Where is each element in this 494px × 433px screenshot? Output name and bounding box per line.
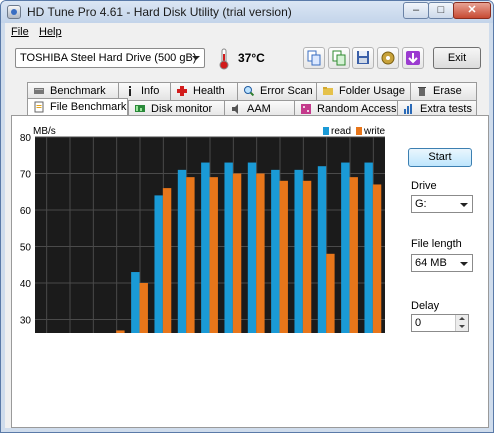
spin-up-icon[interactable] <box>455 315 468 323</box>
legend-swatch-write <box>356 127 362 135</box>
bar-write <box>186 177 195 333</box>
bar-write <box>209 177 218 333</box>
download-button[interactable] <box>402 47 424 69</box>
bar-write <box>256 173 265 333</box>
bar-write <box>349 177 358 333</box>
app-icon <box>7 5 21 19</box>
exit-button[interactable]: Exit <box>433 47 481 69</box>
bar-read <box>177 169 187 333</box>
minimize-button[interactable]: – <box>403 2 429 19</box>
legend-label-read: read <box>331 126 351 137</box>
bar-read <box>154 195 163 333</box>
bar-write <box>162 188 172 333</box>
drive-letter-value: G: <box>415 198 427 210</box>
file-length-value: 64 MB <box>415 257 447 269</box>
chart-layer: 010203040506070800.512481632641282565121… <box>20 126 386 333</box>
bar-read <box>317 166 327 333</box>
bar-write <box>116 330 125 333</box>
drive-label: Drive <box>411 180 437 192</box>
title-bar[interactable]: HD Tune Pro 4.61 - Hard Disk Utility (tr… <box>1 1 493 23</box>
start-button[interactable]: Start <box>408 148 472 167</box>
window-title: HD Tune Pro 4.61 - Hard Disk Utility (tr… <box>27 5 292 19</box>
bar-write <box>279 180 288 333</box>
bar-read <box>247 162 257 333</box>
y-tick-label: 80 <box>20 133 32 144</box>
client-area: File Help TOSHIBA Steel Hard Drive (500 … <box>5 23 489 428</box>
maximize-button[interactable]: □ <box>428 2 454 19</box>
bar-read <box>271 169 280 333</box>
benchmark-chart: 010203040506070800.512481632641282565121… <box>20 126 386 333</box>
spin-down-icon[interactable] <box>455 323 468 331</box>
download-arrow-icon <box>406 51 420 65</box>
bar-read <box>364 162 373 333</box>
file-length-select[interactable]: 64 MB <box>411 254 473 272</box>
tab-erase[interactable]: Erase <box>410 82 477 100</box>
y-tick-label: 70 <box>20 170 32 181</box>
bar-write <box>372 184 382 333</box>
chevron-down-icon <box>456 255 472 273</box>
y-axis-title: MB/s <box>33 126 56 137</box>
bar-read <box>224 162 233 333</box>
bar-write <box>139 283 148 333</box>
delay-value: 0 <box>415 317 422 329</box>
chevron-down-icon <box>456 196 472 214</box>
bar-write <box>302 180 312 333</box>
y-tick-label: 40 <box>20 279 32 290</box>
bar-read <box>341 162 350 333</box>
delay-spinner[interactable]: 0 <box>411 314 469 332</box>
y-tick-label: 60 <box>20 206 32 217</box>
legend-label-write: write <box>363 126 386 137</box>
y-tick-label: 50 <box>20 243 32 254</box>
bar-write <box>326 253 335 333</box>
app-window: HD Tune Pro 4.61 - Hard Disk Utility (tr… <box>0 0 494 433</box>
legend-swatch-read <box>323 127 329 135</box>
y-tick-label: 30 <box>20 316 32 327</box>
close-button[interactable]: ✕ <box>453 2 491 19</box>
bar-read <box>201 162 210 333</box>
trash-icon <box>418 87 426 96</box>
file-length-label: File length <box>411 238 462 250</box>
bar-read <box>131 272 140 333</box>
drive-letter-select[interactable]: G: <box>411 195 473 213</box>
bar-read <box>294 169 303 333</box>
delay-label: Delay <box>411 300 440 312</box>
bar-write <box>232 173 242 333</box>
